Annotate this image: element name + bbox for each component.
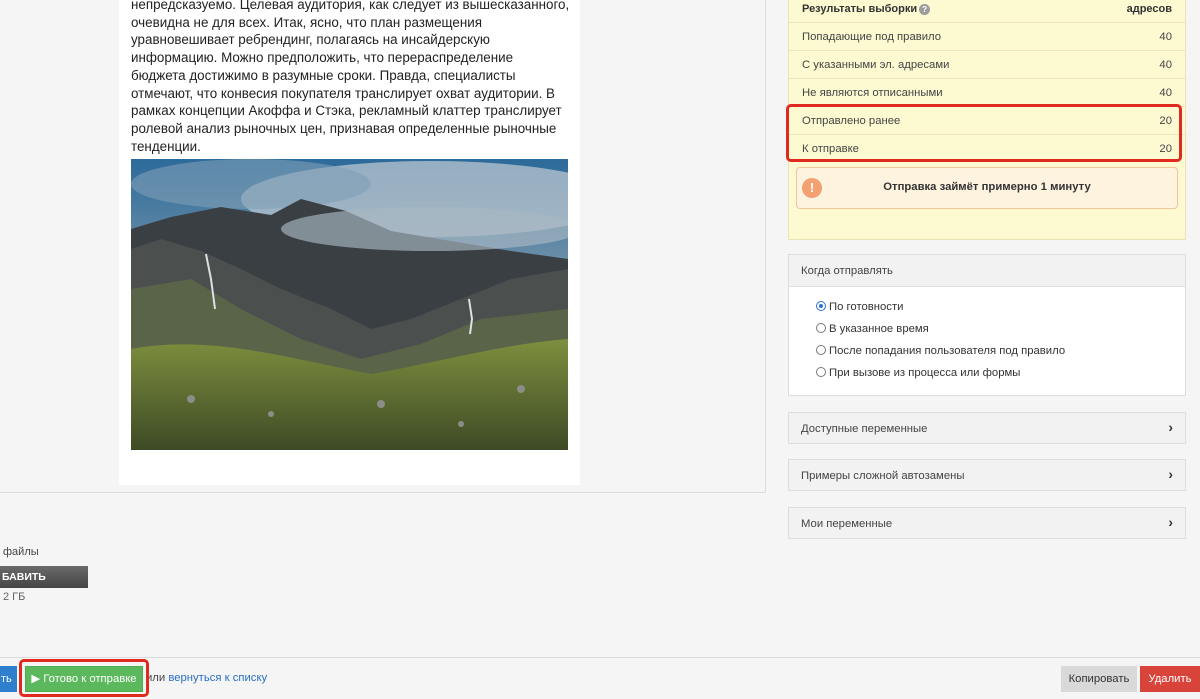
- results-row-value: 40: [1159, 87, 1172, 99]
- radio-when-ready[interactable]: По готовности: [816, 301, 903, 313]
- chevron-right-icon: ›: [1168, 419, 1173, 435]
- results-row-value: 40: [1159, 31, 1172, 43]
- radio-on-process-call[interactable]: При вызове из процесса или формы: [816, 367, 1020, 379]
- results-row-to-send: К отправке 20: [789, 134, 1185, 162]
- ready-button-label: Готово к отправке: [43, 673, 137, 685]
- delete-button[interactable]: Удалить: [1140, 666, 1200, 692]
- attachments-label: файлы: [3, 546, 39, 558]
- accordion-available-variables[interactable]: Доступные переменные ›: [788, 412, 1186, 444]
- play-icon: ▶: [31, 673, 41, 685]
- results-row-matching: Попадающие под правило 40: [789, 22, 1185, 50]
- attachments-size-note: 2 ГБ: [3, 591, 26, 603]
- accordion-my-variables[interactable]: Мои переменные ›: [788, 507, 1186, 539]
- results-title: Результаты выборки: [802, 3, 918, 15]
- radio-button[interactable]: [816, 367, 826, 377]
- radio-at-time[interactable]: В указанное время: [816, 323, 929, 335]
- accordion-autoreplace-examples[interactable]: Примеры сложной автозамены ›: [788, 459, 1186, 491]
- accordion-label: Доступные переменные: [801, 423, 928, 435]
- results-row-label: К отправке: [802, 143, 859, 155]
- radio-button[interactable]: [816, 323, 826, 333]
- letter-editor: непредсказуемо. Целевая аудитория, как с…: [0, 0, 766, 493]
- results-row-sent-before: Отправлено ранее 20: [789, 106, 1185, 134]
- chevron-right-icon: ›: [1168, 466, 1173, 482]
- or-back-text: или вернуться к списку: [146, 672, 267, 684]
- results-row-label: Отправлено ранее: [802, 115, 901, 127]
- results-row-value: 20: [1159, 143, 1172, 155]
- letter-body[interactable]: непредсказуемо. Целевая аудитория, как с…: [119, 0, 580, 485]
- results-count-header: адресов: [1126, 3, 1172, 15]
- add-attachment-button[interactable]: БАВИТЬ: [0, 566, 88, 588]
- back-to-list-link[interactable]: вернуться к списку: [168, 672, 267, 684]
- results-row-label: Попадающие под правило: [802, 31, 942, 43]
- radio-button[interactable]: [816, 301, 826, 311]
- results-row-label: С указанными эл. адресами: [802, 59, 950, 71]
- radio-label: В указанное время: [829, 323, 929, 335]
- radio-label: При вызове из процесса или формы: [829, 367, 1021, 379]
- accordion-label: Примеры сложной автозамены: [801, 470, 965, 482]
- results-row-with-email: С указанными эл. адресами 40: [789, 50, 1185, 78]
- copy-button[interactable]: Копировать: [1061, 666, 1137, 692]
- results-header: Результаты выборки? адресов: [789, 0, 1185, 22]
- radio-label: После попадания пользователя под правило: [829, 345, 1066, 357]
- radio-label: По готовности: [829, 301, 904, 313]
- results-row-label: Не являются отписанными: [802, 87, 943, 99]
- results-row-value: 20: [1159, 115, 1172, 127]
- radio-after-rule[interactable]: После попадания пользователя под правило: [816, 345, 1065, 357]
- notice-text: Отправка займёт примерно 1 минуту: [883, 181, 1091, 193]
- letter-text[interactable]: непредсказуемо. Целевая аудитория, как с…: [131, 0, 571, 155]
- bottom-action-bar: ть ▶ Готово к отправке или вернуться к с…: [0, 657, 1200, 699]
- when-to-send-panel: Когда отправлять По готовности В указанн…: [788, 254, 1186, 396]
- help-icon[interactable]: ?: [919, 4, 931, 15]
- save-button[interactable]: ть: [0, 666, 17, 692]
- chevron-right-icon: ›: [1168, 514, 1173, 530]
- letter-image-mountains[interactable]: [131, 159, 568, 450]
- accordion-label: Мои переменные: [801, 518, 893, 530]
- when-to-send-title: Когда отправлять: [789, 255, 1185, 287]
- results-row-not-unsubscribed: Не являются отписанными 40: [789, 78, 1185, 106]
- radio-button[interactable]: [816, 345, 826, 355]
- or-text: или: [146, 672, 166, 684]
- results-row-value: 40: [1159, 59, 1172, 71]
- ready-to-send-button[interactable]: ▶ Готово к отправке: [25, 666, 143, 692]
- send-duration-notice: ! Отправка займёт примерно 1 минуту: [796, 167, 1178, 209]
